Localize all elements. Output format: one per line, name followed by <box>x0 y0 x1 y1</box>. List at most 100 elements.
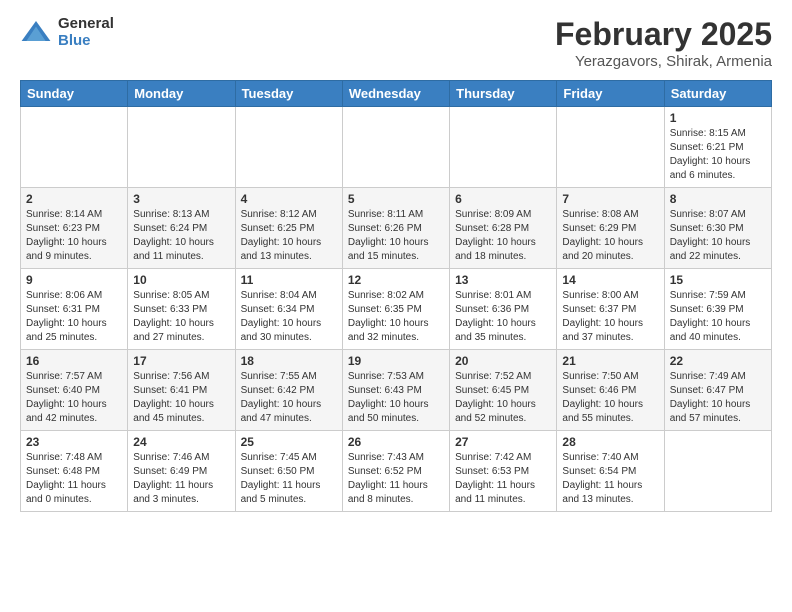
calendar-day-cell <box>128 107 235 188</box>
day-number: 6 <box>455 192 551 206</box>
calendar-day-cell: 9 Sunrise: 8:06 AM Sunset: 6:31 PM Daylig… <box>21 269 128 350</box>
day-number: 12 <box>348 273 444 287</box>
day-number: 1 <box>670 111 766 125</box>
day-of-week-header: Friday <box>557 81 664 107</box>
calendar-day-cell: 19 Sunrise: 7:53 AM Sunset: 6:43 PM Dayli… <box>342 350 449 431</box>
day-of-week-header: Saturday <box>664 81 771 107</box>
calendar-day-cell: 10 Sunrise: 8:05 AM Sunset: 6:33 PM Dayli… <box>128 269 235 350</box>
day-number: 15 <box>670 273 766 287</box>
day-number: 18 <box>241 354 337 368</box>
day-info: Sunrise: 8:09 AM Sunset: 6:28 PM Dayligh… <box>455 208 551 264</box>
calendar-day-cell: 7 Sunrise: 8:08 AM Sunset: 6:29 PM Daylig… <box>557 188 664 269</box>
day-info: Sunrise: 8:05 AM Sunset: 6:33 PM Dayligh… <box>133 289 229 345</box>
day-of-week-header: Wednesday <box>342 81 449 107</box>
day-info: Sunrise: 7:48 AM Sunset: 6:48 PM Dayligh… <box>26 451 122 507</box>
day-info: Sunrise: 7:57 AM Sunset: 6:40 PM Dayligh… <box>26 370 122 426</box>
day-info: Sunrise: 7:53 AM Sunset: 6:43 PM Dayligh… <box>348 370 444 426</box>
calendar-day-cell: 6 Sunrise: 8:09 AM Sunset: 6:28 PM Daylig… <box>450 188 557 269</box>
calendar-day-cell <box>235 107 342 188</box>
calendar-day-cell: 8 Sunrise: 8:07 AM Sunset: 6:30 PM Daylig… <box>664 188 771 269</box>
day-info: Sunrise: 8:13 AM Sunset: 6:24 PM Dayligh… <box>133 208 229 264</box>
calendar-week-row: 1 Sunrise: 8:15 AM Sunset: 6:21 PM Daylig… <box>21 107 772 188</box>
day-info: Sunrise: 7:40 AM Sunset: 6:54 PM Dayligh… <box>562 451 658 507</box>
calendar-day-cell: 16Sunrise: 7:57 AM Sunset: 6:40 PM Dayli… <box>21 350 128 431</box>
calendar-day-cell: 23 Sunrise: 7:48 AM Sunset: 6:48 PM Dayli… <box>21 431 128 512</box>
day-info: Sunrise: 8:02 AM Sunset: 6:35 PM Dayligh… <box>348 289 444 345</box>
logo-icon <box>20 17 52 49</box>
calendar-week-row: 9 Sunrise: 8:06 AM Sunset: 6:31 PM Daylig… <box>21 269 772 350</box>
main-title: February 2025 <box>555 16 772 53</box>
calendar-day-cell <box>664 431 771 512</box>
logo-text: General Blue <box>58 16 114 49</box>
day-number: 2 <box>26 192 122 206</box>
calendar-day-cell <box>21 107 128 188</box>
day-number: 27 <box>455 435 551 449</box>
day-of-week-header: Thursday <box>450 81 557 107</box>
calendar-day-cell: 11Sunrise: 8:04 AM Sunset: 6:34 PM Dayli… <box>235 269 342 350</box>
calendar-day-cell: 17Sunrise: 7:56 AM Sunset: 6:41 PM Dayli… <box>128 350 235 431</box>
day-info: Sunrise: 7:42 AM Sunset: 6:53 PM Dayligh… <box>455 451 551 507</box>
day-number: 5 <box>348 192 444 206</box>
day-number: 3 <box>133 192 229 206</box>
day-info: Sunrise: 7:52 AM Sunset: 6:45 PM Dayligh… <box>455 370 551 426</box>
day-info: Sunrise: 7:49 AM Sunset: 6:47 PM Dayligh… <box>670 370 766 426</box>
calendar-day-cell: 26Sunrise: 7:43 AM Sunset: 6:52 PM Dayli… <box>342 431 449 512</box>
day-number: 13 <box>455 273 551 287</box>
calendar-day-cell: 21 Sunrise: 7:50 AM Sunset: 6:46 PM Dayli… <box>557 350 664 431</box>
day-info: Sunrise: 7:50 AM Sunset: 6:46 PM Dayligh… <box>562 370 658 426</box>
day-info: Sunrise: 7:45 AM Sunset: 6:50 PM Dayligh… <box>241 451 337 507</box>
day-number: 9 <box>26 273 122 287</box>
calendar-day-cell: 20Sunrise: 7:52 AM Sunset: 6:45 PM Dayli… <box>450 350 557 431</box>
calendar-day-cell: 25Sunrise: 7:45 AM Sunset: 6:50 PM Dayli… <box>235 431 342 512</box>
day-number: 24 <box>133 435 229 449</box>
day-number: 21 <box>562 354 658 368</box>
day-info: Sunrise: 8:15 AM Sunset: 6:21 PM Dayligh… <box>670 127 766 183</box>
sub-title: Yerazgavors, Shirak, Armenia <box>555 53 772 70</box>
day-info: Sunrise: 8:14 AM Sunset: 6:23 PM Dayligh… <box>26 208 122 264</box>
calendar-header: SundayMondayTuesdayWednesdayThursdayFrid… <box>21 81 772 107</box>
calendar-day-cell: 12 Sunrise: 8:02 AM Sunset: 6:35 PM Dayli… <box>342 269 449 350</box>
day-info: Sunrise: 8:06 AM Sunset: 6:31 PM Dayligh… <box>26 289 122 345</box>
calendar-day-cell: 14 Sunrise: 8:00 AM Sunset: 6:37 PM Dayli… <box>557 269 664 350</box>
day-of-week-header: Sunday <box>21 81 128 107</box>
day-number: 11 <box>241 273 337 287</box>
logo-blue-text: Blue <box>58 33 114 50</box>
day-of-week-header: Monday <box>128 81 235 107</box>
day-info: Sunrise: 8:07 AM Sunset: 6:30 PM Dayligh… <box>670 208 766 264</box>
calendar-body: 1 Sunrise: 8:15 AM Sunset: 6:21 PM Daylig… <box>21 107 772 512</box>
calendar-day-cell: 2 Sunrise: 8:14 AM Sunset: 6:23 PM Daylig… <box>21 188 128 269</box>
day-number: 23 <box>26 435 122 449</box>
day-number: 8 <box>670 192 766 206</box>
day-info: Sunrise: 8:12 AM Sunset: 6:25 PM Dayligh… <box>241 208 337 264</box>
calendar-day-cell: 15Sunrise: 7:59 AM Sunset: 6:39 PM Dayli… <box>664 269 771 350</box>
day-number: 4 <box>241 192 337 206</box>
logo-general-text: General <box>58 16 114 33</box>
day-info: Sunrise: 8:01 AM Sunset: 6:36 PM Dayligh… <box>455 289 551 345</box>
logo: General Blue <box>20 16 114 49</box>
day-number: 7 <box>562 192 658 206</box>
day-number: 19 <box>348 354 444 368</box>
day-number: 22 <box>670 354 766 368</box>
day-number: 28 <box>562 435 658 449</box>
calendar-day-cell: 4 Sunrise: 8:12 AM Sunset: 6:25 PM Daylig… <box>235 188 342 269</box>
day-info: Sunrise: 7:56 AM Sunset: 6:41 PM Dayligh… <box>133 370 229 426</box>
day-info: Sunrise: 8:11 AM Sunset: 6:26 PM Dayligh… <box>348 208 444 264</box>
calendar-day-cell: 3 Sunrise: 8:13 AM Sunset: 6:24 PM Daylig… <box>128 188 235 269</box>
page-header: General Blue February 2025 Yerazgavors, … <box>20 16 772 70</box>
day-number: 14 <box>562 273 658 287</box>
calendar-day-cell: 18 Sunrise: 7:55 AM Sunset: 6:42 PM Dayli… <box>235 350 342 431</box>
day-number: 26 <box>348 435 444 449</box>
title-section: February 2025 Yerazgavors, Shirak, Armen… <box>555 16 772 70</box>
day-number: 10 <box>133 273 229 287</box>
calendar-week-row: 23 Sunrise: 7:48 AM Sunset: 6:48 PM Dayli… <box>21 431 772 512</box>
calendar-week-row: 16Sunrise: 7:57 AM Sunset: 6:40 PM Dayli… <box>21 350 772 431</box>
calendar-day-cell: 22 Sunrise: 7:49 AM Sunset: 6:47 PM Dayli… <box>664 350 771 431</box>
calendar-day-cell <box>342 107 449 188</box>
day-info: Sunrise: 8:08 AM Sunset: 6:29 PM Dayligh… <box>562 208 658 264</box>
day-info: Sunrise: 7:55 AM Sunset: 6:42 PM Dayligh… <box>241 370 337 426</box>
day-info: Sunrise: 8:00 AM Sunset: 6:37 PM Dayligh… <box>562 289 658 345</box>
calendar-day-cell: 28 Sunrise: 7:40 AM Sunset: 6:54 PM Dayli… <box>557 431 664 512</box>
calendar-day-cell: 13 Sunrise: 8:01 AM Sunset: 6:36 PM Dayli… <box>450 269 557 350</box>
calendar-day-cell: 1 Sunrise: 8:15 AM Sunset: 6:21 PM Daylig… <box>664 107 771 188</box>
day-of-week-header: Tuesday <box>235 81 342 107</box>
